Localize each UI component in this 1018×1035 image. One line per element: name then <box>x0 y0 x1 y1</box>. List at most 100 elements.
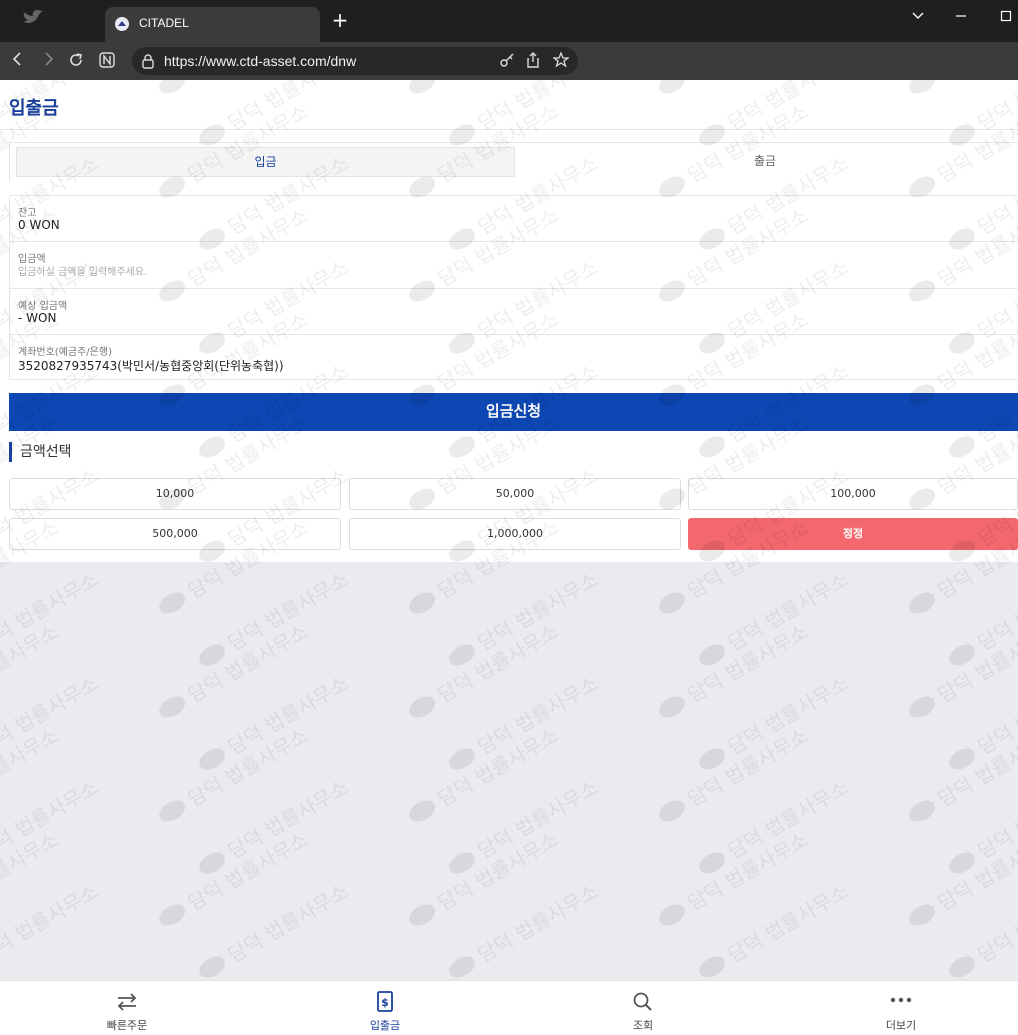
account-label: 계좌번호(예금주/은행) <box>18 347 112 358</box>
watermark-text: 담덕 법률사무소 <box>683 827 812 915</box>
new-tab-button[interactable]: + <box>330 10 350 30</box>
watermark-text: 담덕 법률사무소 <box>973 879 1018 967</box>
tab-title: CITADEL <box>139 16 189 30</box>
watermark-seal: 담덕 법률사무소 <box>199 567 353 666</box>
watermark-text: 담덕 법률사무소 <box>0 671 103 759</box>
deposit-amount-input[interactable] <box>18 264 618 280</box>
watermark-seal: 담덕 법률사무소 <box>909 827 1018 926</box>
back-arrow-icon[interactable] <box>8 51 28 71</box>
bird-logo-icon <box>23 10 43 23</box>
deposit-page: 입출금 입금 출금 잔고 0 WON 입금액 예상 입금액 - WON 계좌번호… <box>0 80 1018 562</box>
watermark-seal: 담덕 법률사무소 <box>409 827 563 926</box>
watermark-text: 담덕 법률사무소 <box>0 619 63 707</box>
reload-icon[interactable] <box>66 51 86 71</box>
watermark-seal: 담덕 법률사무소 <box>0 567 103 655</box>
nav-more[interactable]: 더보기 <box>774 981 1018 1035</box>
chevron-down-icon[interactable] <box>908 8 928 28</box>
tab-deposit[interactable]: 입금 <box>16 147 515 177</box>
nav-inquiry-label: 조회 <box>632 1019 654 1032</box>
maximize-button[interactable] <box>996 8 1016 28</box>
watermark-text: 담덕 법률사무소 <box>0 879 103 967</box>
watermark-text: 담덕 법률사무소 <box>933 827 1018 915</box>
watermark-text: 담덕 법률사무소 <box>683 723 812 811</box>
balance-field: 잔고 0 WON <box>9 195 1018 241</box>
watermark-text: 담덕 법률사무소 <box>183 723 312 811</box>
deposit-amount-field: 입금액 <box>9 241 1018 287</box>
watermark-text: 담덕 법률사무소 <box>723 775 852 863</box>
bottom-nav: 빠른주문 $ 입출금 조회 더보기 <box>0 980 1018 1035</box>
watermark-seal: 담덕 법률사무소 <box>659 619 813 718</box>
browser-toolbar: https://www.ctd-asset.com/dnw <box>0 42 1018 80</box>
address-bar[interactable]: https://www.ctd-asset.com/dnw <box>132 47 578 75</box>
watermark-seal: 담덕 법률사무소 <box>659 827 813 926</box>
watermark-seal: 담덕 법률사무소 <box>0 827 63 915</box>
expected-deposit-label: 예상 입금액 <box>18 301 68 312</box>
nav-deposit-withdraw[interactable]: $ 입출금 <box>258 981 512 1035</box>
watermark-text: 담덕 법률사무소 <box>433 619 562 707</box>
minimize-button[interactable] <box>951 8 971 28</box>
more-dots-icon <box>890 997 912 1003</box>
watermark-text: 담덕 법률사무소 <box>473 879 602 967</box>
watermark-seal: 담덕 법률사무소 <box>949 671 1018 770</box>
watermark-seal: 담덕 법률사무소 <box>699 671 853 770</box>
watermark-seal: 담덕 법률사무소 <box>409 619 563 718</box>
reset-button[interactable]: 정정 <box>688 518 1018 550</box>
watermark-seal: 담덕 법률사무소 <box>909 723 1018 822</box>
watermark-seal: 담덕 법률사무소 <box>949 775 1018 874</box>
tab-withdraw[interactable]: 출금 <box>515 147 1015 177</box>
amount-select-title: 금액선택 <box>9 442 72 462</box>
browser-tab[interactable]: CITADEL <box>105 7 320 42</box>
watermark-seal: 담덕 법률사무소 <box>449 671 603 770</box>
share-icon[interactable] <box>524 52 542 70</box>
key-icon[interactable] <box>498 52 516 70</box>
watermark-text: 담덕 법률사무소 <box>473 671 602 759</box>
browser-titlebar: CITADEL + <box>0 0 1018 42</box>
watermark-text: 담덕 법률사무소 <box>183 827 312 915</box>
watermark-text: 담덕 법률사무소 <box>933 723 1018 811</box>
watermark-seal: 담덕 법률사무소 <box>0 619 63 707</box>
amount-button-100000[interactable]: 100,000 <box>688 478 1018 510</box>
watermark-seal: 담덕 법률사무소 <box>949 879 1018 978</box>
expected-deposit-field: 예상 입금액 - WON <box>9 288 1018 334</box>
watermark-text: 담덕 법률사무소 <box>223 879 352 967</box>
url-text: https://www.ctd-asset.com/dnw <box>164 53 357 69</box>
watermark-seal: 담덕 법률사무소 <box>699 879 853 978</box>
account-field: 계좌번호(예금주/은행) 3520827935743(박민서/농협중앙회(단위농… <box>9 334 1018 380</box>
watermark-text: 담덕 법률사무소 <box>723 567 852 655</box>
citadel-favicon-icon <box>115 17 129 31</box>
watermark-seal: 담덕 법률사무소 <box>699 567 853 666</box>
watermark-text: 담덕 법률사무소 <box>183 619 312 707</box>
watermark-seal: 담덕 법률사무소 <box>159 723 313 822</box>
deposit-request-button[interactable]: 입금신청 <box>9 393 1018 431</box>
forward-arrow-icon[interactable] <box>38 51 58 71</box>
watermark-text: 담덕 법률사무소 <box>0 567 103 655</box>
watermark-text: 담덕 법률사무소 <box>473 775 602 863</box>
watermark-text: 담덕 법률사무소 <box>223 671 352 759</box>
watermark-seal: 담덕 법률사무소 <box>199 671 353 770</box>
dollar-document-icon: $ <box>377 991 393 1012</box>
watermark-text: 담덕 법률사무소 <box>973 567 1018 655</box>
watermark-seal: 담덕 법률사무소 <box>699 775 853 874</box>
lock-icon <box>142 54 154 69</box>
watermark-text: 담덕 법률사무소 <box>473 567 602 655</box>
amount-button-500000[interactable]: 500,000 <box>9 518 341 550</box>
watermark-seal: 담덕 법률사무소 <box>909 619 1018 718</box>
amount-button-1000000[interactable]: 1,000,000 <box>349 518 681 550</box>
bookmark-star-icon[interactable] <box>552 51 570 70</box>
watermark-text: 담덕 법률사무소 <box>723 671 852 759</box>
watermark-text: 담덕 법률사무소 <box>973 775 1018 863</box>
watermark-seal: 담덕 법률사무소 <box>949 567 1018 666</box>
watermark-text: 담덕 법률사무소 <box>433 723 562 811</box>
watermark-seal: 담덕 법률사무소 <box>409 723 563 822</box>
watermark-seal: 담덕 법률사무소 <box>449 567 603 666</box>
n-badge-icon[interactable] <box>97 51 117 71</box>
watermark-text: 담덕 법률사무소 <box>433 827 562 915</box>
expected-deposit-value: - WON <box>18 311 57 325</box>
watermark-text: 담덕 법률사무소 <box>683 619 812 707</box>
amount-button-50000[interactable]: 50,000 <box>349 478 681 510</box>
amount-button-10000[interactable]: 10,000 <box>9 478 341 510</box>
watermark-seal: 담덕 법률사무소 <box>199 879 353 978</box>
nav-inquiry[interactable]: 조회 <box>516 981 770 1035</box>
nav-quick-order[interactable]: 빠른주문 <box>0 981 254 1035</box>
watermark-seal: 담덕 법률사무소 <box>0 775 103 863</box>
